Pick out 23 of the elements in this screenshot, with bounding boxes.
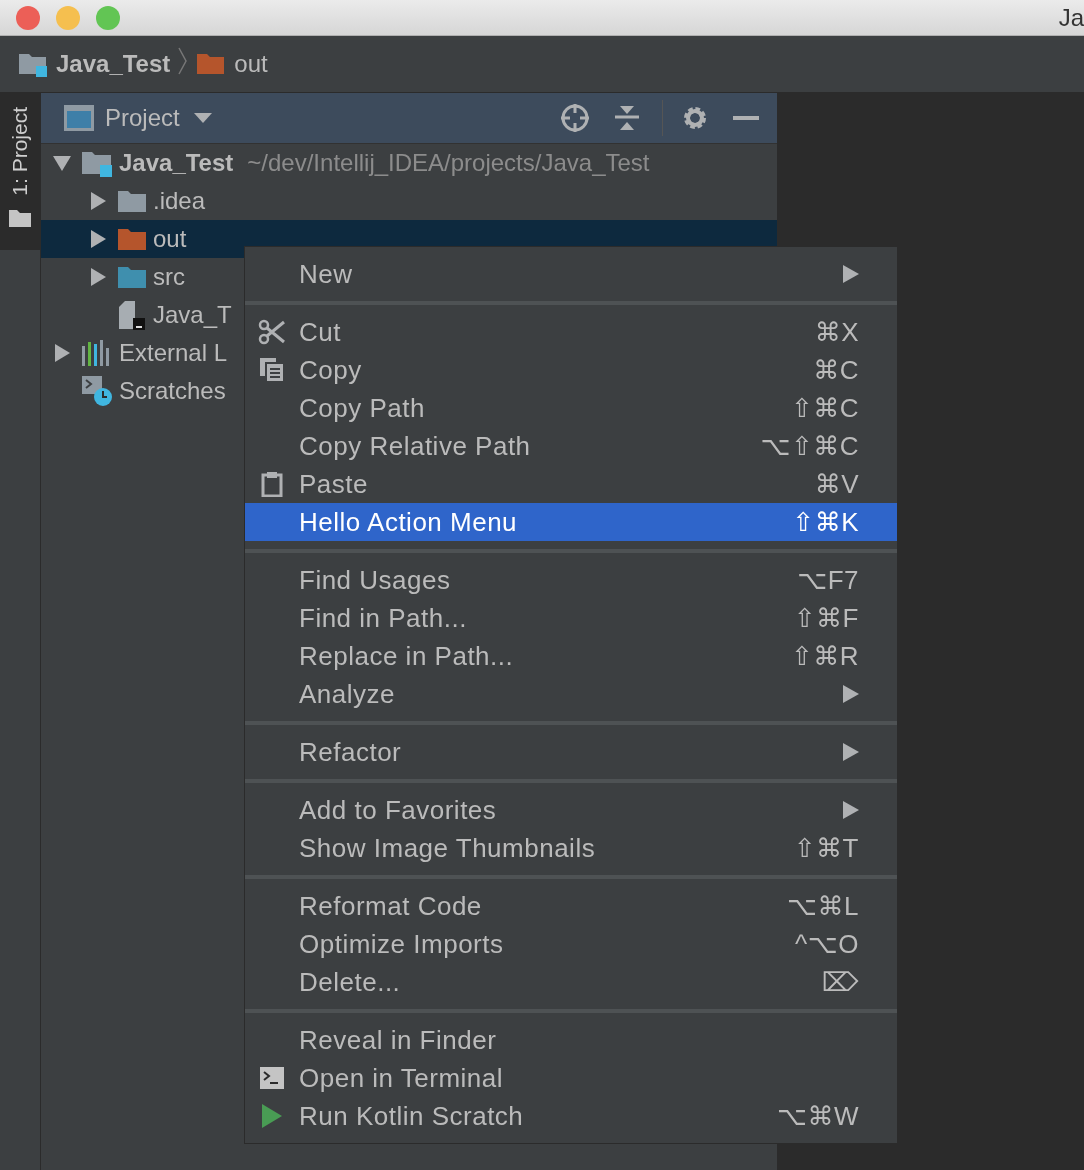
shortcut-label: ⌥⇧⌘C xyxy=(760,430,859,462)
shortcut-label: ⌘X xyxy=(814,316,859,348)
tree-item-label: src xyxy=(153,263,185,291)
shortcut-label: ⇧⌘F xyxy=(793,602,859,634)
shortcut-label: ⇧⌘C xyxy=(790,392,859,424)
tree-item-label: Scratches xyxy=(119,377,226,405)
tree-item-label: Java_T xyxy=(153,301,232,329)
shortcut-label: ⌘C xyxy=(813,354,859,386)
shortcut-label: ⇧⌘R xyxy=(790,640,859,672)
window-title: Ja xyxy=(1058,3,1084,32)
shortcut-label: ⇧⌘K xyxy=(792,506,859,538)
shortcut-label: ^⌥O xyxy=(795,928,859,960)
shortcut-label: ⌦ xyxy=(821,966,859,998)
tree-item-label: out xyxy=(153,225,187,253)
tree-item-label: External L xyxy=(119,339,228,367)
tree-item-label: Java_Test xyxy=(119,149,234,177)
shortcut-label: ⌥F7 xyxy=(797,564,859,596)
shortcut-label: ⇧⌘T xyxy=(793,832,859,864)
shortcut-label: ⌥⌘W xyxy=(777,1100,859,1132)
shortcut-label: ⌘V xyxy=(814,468,859,500)
tree-item-label: .idea xyxy=(153,187,206,215)
shortcut-label: ⌥⌘L xyxy=(787,890,859,922)
project-path: ~/dev/Intellij_IDEA/projects/Java_Test xyxy=(247,149,650,177)
